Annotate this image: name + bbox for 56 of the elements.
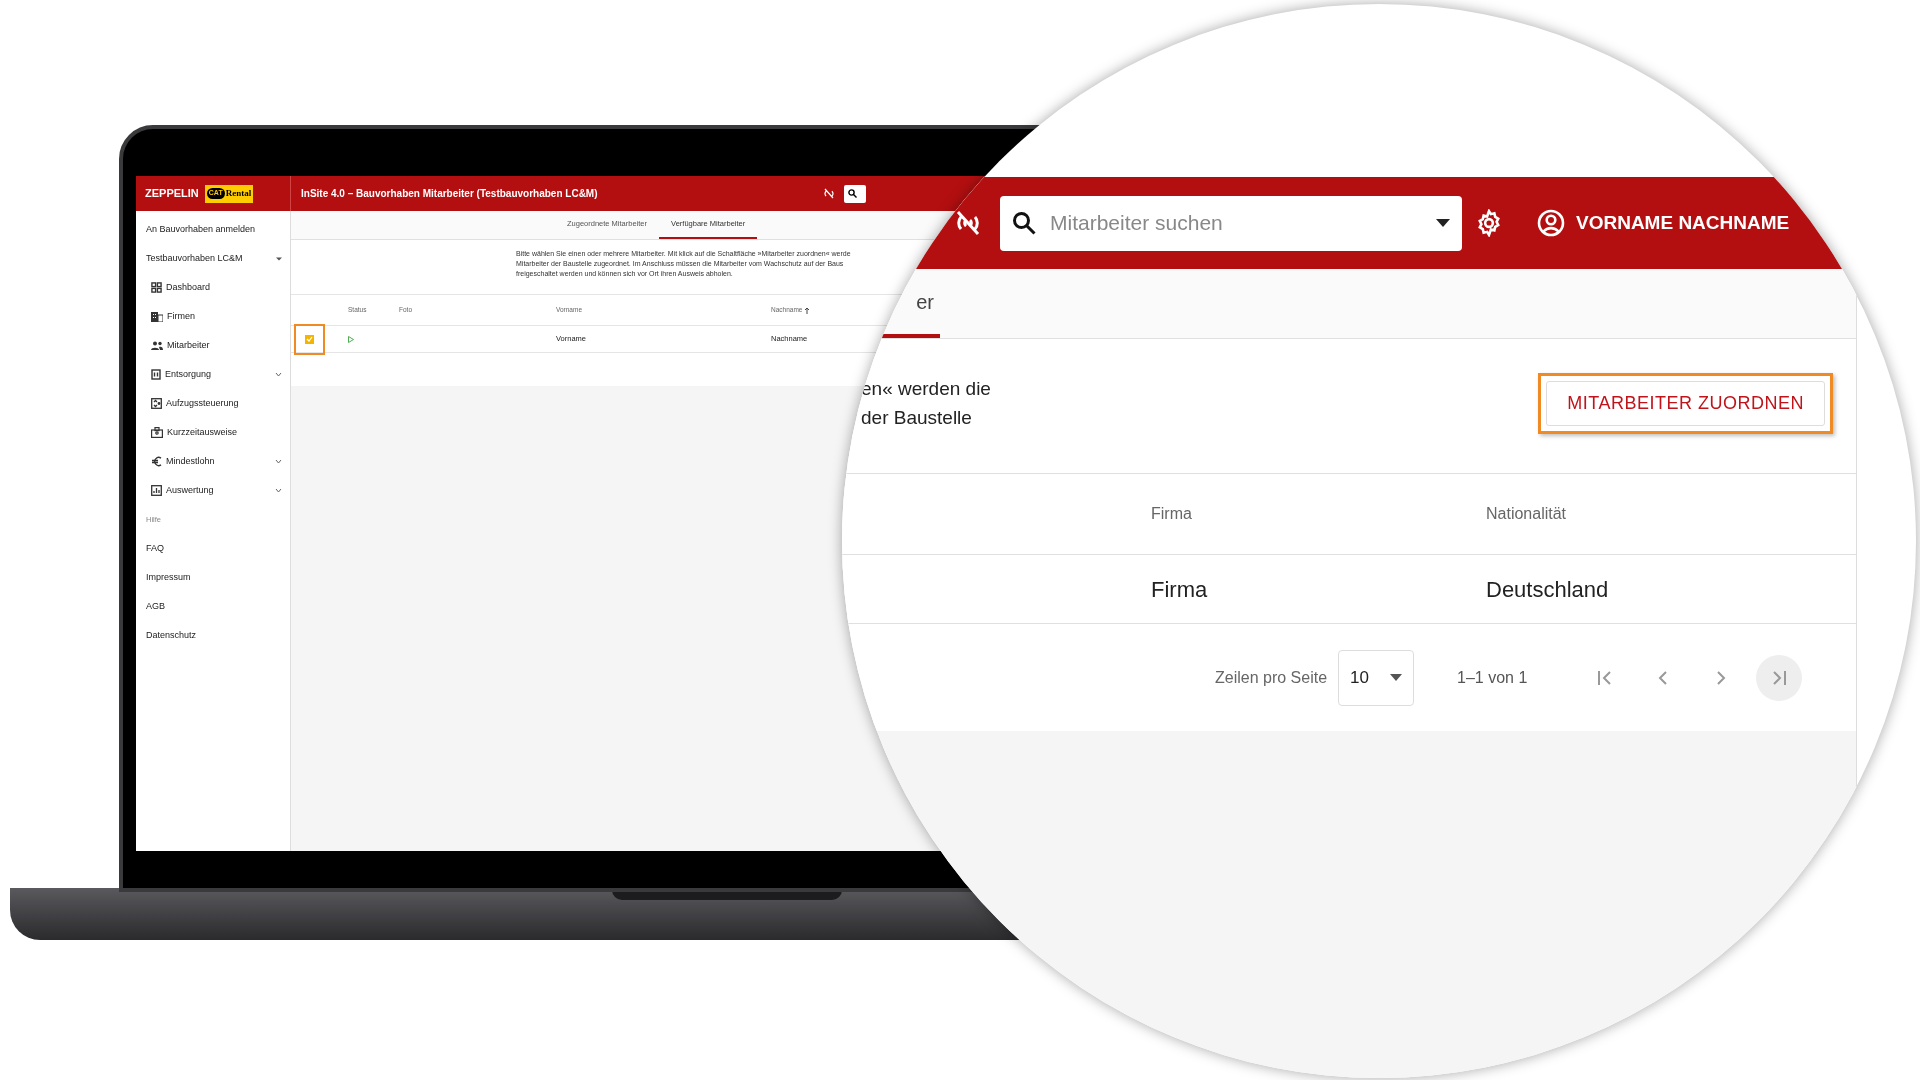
sidebar-link[interactable]: Impressum <box>136 563 290 592</box>
dropdown-caret-icon <box>1436 219 1450 227</box>
offline-icon <box>822 188 835 199</box>
project-selector[interactable]: Testbauvorhaben LC&M <box>136 244 290 273</box>
page-title: InSite 4.0 – Bauvorhaben Mitarbeiter (Testbauvorhaben LC&M) <box>300 187 598 201</box>
building-icon <box>151 311 163 322</box>
sidebar-link[interactable]: An Bauvorhaben anmelden <box>136 215 290 244</box>
search-field[interactable] <box>843 184 866 203</box>
sidebar-link[interactable]: FAQ <box>136 534 290 563</box>
sidebar-link[interactable]: Datenschutz <box>136 621 290 650</box>
trash-icon <box>151 369 161 380</box>
rows-per-page-select[interactable]: 10 <box>1338 649 1415 706</box>
nav-label: Aufzugssteuerung <box>166 396 239 410</box>
nav-label: Kurzzeitausweise <box>167 425 238 439</box>
nav-label: Mitarbeiter <box>167 338 210 352</box>
nav-label: Entsorgung <box>165 367 212 381</box>
rows-per-page-label: Zeilen pro Seite <box>1215 667 1328 688</box>
nav-item[interactable]: Kurzzeitausweise <box>136 418 290 447</box>
nav-item[interactable]: Firmen <box>136 302 290 331</box>
nav-label: Auswertung <box>166 483 214 497</box>
elevator-icon <box>151 398 162 409</box>
badge-icon <box>151 427 163 438</box>
search-input[interactable]: Mitarbeiter suchen <box>1050 207 1422 239</box>
dashboard-icon <box>151 282 162 293</box>
dropdown-caret-icon <box>1390 674 1403 681</box>
people-icon <box>151 341 163 350</box>
search-icon <box>847 189 857 198</box>
column-header: Firma <box>1151 504 1193 524</box>
nav-item[interactable]: Mindestlohn <box>136 447 290 476</box>
nav-item[interactable]: Auswertung <box>136 476 290 505</box>
table-cell-text: Deutschland <box>1486 575 1610 604</box>
row-checkbox[interactable] <box>305 334 314 344</box>
offline-icon <box>954 210 982 236</box>
nav-label: Mindestlohn <box>166 454 215 468</box>
search-icon <box>1012 211 1036 235</box>
nav-item[interactable]: Mitarbeiter <box>136 331 290 360</box>
chart-icon <box>151 485 162 496</box>
settings-icon[interactable] <box>1475 209 1503 237</box>
page-range: 1–1 von 1 <box>1457 667 1528 688</box>
sidebar-link[interactable]: AGB <box>136 592 290 621</box>
search-field[interactable]: Mitarbeiter suchen <box>1000 195 1462 251</box>
column-header: Nationalität <box>1486 504 1568 524</box>
nav-label: Firmen <box>167 309 195 323</box>
nav-label: Dashboard <box>166 280 211 294</box>
brand-logo: ZEPPELIN <box>145 186 199 202</box>
assign-employees-button[interactable]: MITARBEITER ZUORDNEN <box>1546 380 1825 426</box>
instruction-text: der Baustelle <box>861 406 973 430</box>
check-icon <box>306 336 313 342</box>
nav-item[interactable]: Dashboard <box>136 273 290 302</box>
euro-icon <box>151 456 162 467</box>
play-icon <box>348 335 354 343</box>
nav-item[interactable]: Aufzugssteuerung <box>136 389 290 418</box>
table-cell-text: Firma <box>1151 575 1209 604</box>
user-name[interactable]: VORNAME NACHNAME <box>1576 208 1790 238</box>
account-icon[interactable] <box>1537 209 1565 237</box>
nav-item[interactable]: Entsorgung <box>136 360 290 389</box>
